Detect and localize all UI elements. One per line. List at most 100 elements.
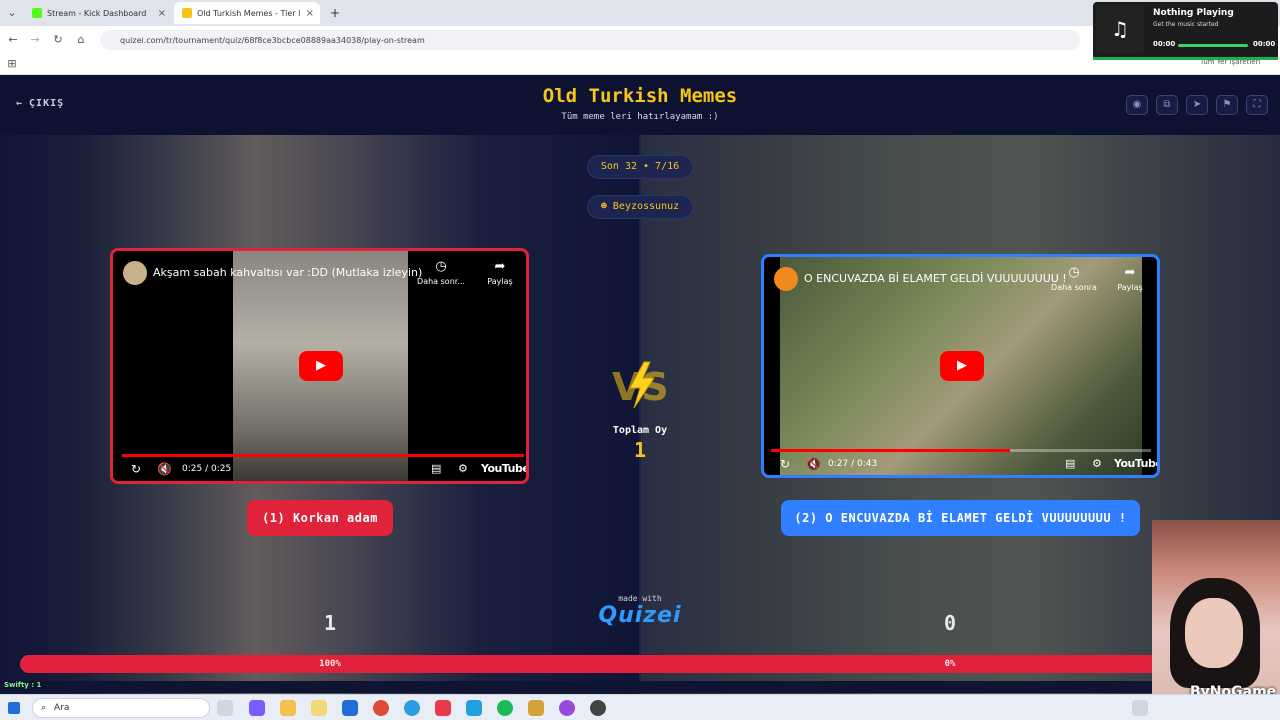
channel-avatar xyxy=(774,267,798,291)
send-icon[interactable]: ➤ xyxy=(1186,95,1208,115)
skype-icon[interactable] xyxy=(466,700,482,716)
left-percentage: 100% xyxy=(319,659,341,669)
flag-icon[interactable]: ⚑ xyxy=(1216,95,1238,115)
total-votes-label: Toplam Oy xyxy=(612,425,668,436)
forward-icon[interactable]: → xyxy=(27,32,43,48)
spotify-icon[interactable] xyxy=(497,700,513,716)
share-button[interactable]: ➦ Paylaş xyxy=(475,259,525,286)
now-playing-time-end: 00:00 xyxy=(1253,40,1276,48)
video-time: 0:25 / 0:25 xyxy=(182,464,232,474)
now-playing-widget: ♫ Nothing Playing Get the music started … xyxy=(1093,2,1278,60)
start-icon[interactable] xyxy=(8,702,20,714)
settings-icon[interactable]: ⚙ xyxy=(1092,457,1102,470)
now-playing-time-start: 00:00 xyxy=(1153,40,1176,48)
bookmarks-bar: ⊞ Tüm Yer İşaretleri xyxy=(0,54,1280,75)
youtube-logo[interactable]: YouTube xyxy=(1114,457,1157,470)
settings-icon[interactable]: ⚙ xyxy=(458,462,468,475)
right-video-player[interactable]: O ENCUVAZDA Bİ ELAMET GELDİ VUUUUUUUU ! … xyxy=(761,254,1160,478)
share-icon: ➦ xyxy=(1124,265,1136,280)
taskbar-search[interactable]: ⌕ Ara xyxy=(32,698,210,718)
file-explorer-icon[interactable] xyxy=(280,700,296,716)
close-tab-icon[interactable]: × xyxy=(158,8,166,19)
tray-icon[interactable] xyxy=(1132,700,1148,716)
obs-icon[interactable] xyxy=(559,700,575,716)
eye-icon[interactable]: ◉ xyxy=(1126,95,1148,115)
quiz-subtitle: Tüm meme leri hatırlayamam :) xyxy=(561,112,719,122)
made-with-label: made with xyxy=(618,594,662,603)
outlook-icon[interactable] xyxy=(342,700,358,716)
watch-later-button[interactable]: ◷ Daha sonra xyxy=(1049,265,1099,292)
choice-left-button[interactable]: (1) Korkan adam xyxy=(247,500,393,536)
now-playing-accent xyxy=(1093,57,1278,60)
kick-favicon-icon xyxy=(32,8,42,18)
left-vote-count: 1 xyxy=(323,611,337,635)
windows-taskbar: ⌕ Ara xyxy=(0,694,1280,720)
browser-tab-bar: ⌄ Stream - Kick Dashboard × Old Turkish … xyxy=(0,0,1280,26)
tab-kick-dashboard[interactable]: Stream - Kick Dashboard × xyxy=(24,2,172,24)
now-playing-bar xyxy=(1178,44,1248,47)
tab-title: Stream - Kick Dashboard xyxy=(47,8,147,18)
avatar-icon: ☻ xyxy=(600,201,607,212)
choice-right-button[interactable]: (2) O ENCUVAZDA Bİ ELAMET GELDİ VUUUUUUU… xyxy=(781,500,1140,536)
store-icon[interactable] xyxy=(311,700,327,716)
chat-message: Swifty : 1 xyxy=(4,681,42,689)
back-icon[interactable]: ← xyxy=(5,32,21,48)
captions-icon[interactable]: ▤ xyxy=(1065,457,1075,470)
fullscreen-icon[interactable]: ⛶ xyxy=(1246,95,1268,115)
mute-icon[interactable]: 🔇 xyxy=(157,462,172,476)
music-note-icon: ♫ xyxy=(1096,5,1144,53)
video-time: 0:27 / 0:43 xyxy=(828,459,878,469)
youtube-logo[interactable]: YouTube xyxy=(481,462,526,475)
new-tab-button[interactable]: + xyxy=(322,2,342,24)
external-icon[interactable]: ⧉ xyxy=(1156,95,1178,115)
reload-icon[interactable]: ↻ xyxy=(50,32,66,48)
chrome-icon[interactable] xyxy=(373,700,389,716)
play-button[interactable]: ▶ xyxy=(940,351,984,381)
share-icon: ➦ xyxy=(494,259,506,274)
progress-fill xyxy=(122,454,524,457)
video-title: Akşam sabah kahvaltısı var :DD (Mutlaka … xyxy=(153,266,423,279)
vote-percentage-bar: 100% 0% xyxy=(20,655,1260,673)
progress-fill xyxy=(771,449,1010,452)
tab-list-icon[interactable]: ⌄ xyxy=(4,5,20,21)
replay-icon[interactable]: ↻ xyxy=(131,462,141,476)
quizei-favicon-icon xyxy=(182,8,192,18)
edge-icon[interactable] xyxy=(404,700,420,716)
search-icon: ⌕ xyxy=(41,703,47,713)
right-percentage: 0% xyxy=(944,659,956,669)
chat-strip xyxy=(0,681,1152,693)
tab-title: Old Turkish Memes - Tier l xyxy=(197,8,301,18)
quiz-header: ← ÇIKIŞ Old Turkish Memes Tüm meme leri … xyxy=(0,75,1280,135)
play-button[interactable]: ▶ xyxy=(299,351,343,381)
app-icon[interactable] xyxy=(528,700,544,716)
mute-icon[interactable]: 🔇 xyxy=(806,457,821,471)
channel-avatar xyxy=(123,261,147,285)
copilot-icon[interactable] xyxy=(249,700,265,716)
apps-grid-icon[interactable]: ⊞ xyxy=(4,56,20,72)
quizei-logo[interactable]: Quizei xyxy=(590,603,690,628)
left-video-player[interactable]: Akşam sabah kahvaltısı var :DD (Mutlaka … xyxy=(110,248,529,484)
watch-later-button[interactable]: ◷ Daha sonr... xyxy=(416,259,466,286)
total-votes-value: 1 xyxy=(633,438,647,462)
share-button[interactable]: ➦ Paylaş xyxy=(1105,265,1155,292)
captions-icon[interactable]: ▤ xyxy=(431,462,441,475)
clock-icon: ◷ xyxy=(435,259,447,274)
task-view-icon[interactable] xyxy=(217,700,233,716)
url-field[interactable]: quizei.com/tr/tournament/quiz/68f8ce3bcb… xyxy=(100,30,1080,50)
clock-icon: ◷ xyxy=(1068,265,1080,280)
webcam-face xyxy=(1185,598,1243,668)
round-badge: Son 32 • 7/16 xyxy=(587,155,693,179)
quiz-title: Old Turkish Memes xyxy=(542,85,738,107)
address-bar-row: ← → ↻ ⌂ quizei.com/tr/tournament/quiz/68… xyxy=(0,26,1280,54)
tab-old-turkish-memes[interactable]: Old Turkish Memes - Tier l × xyxy=(174,2,320,24)
right-vote-count: 0 xyxy=(943,611,957,635)
replay-icon[interactable]: ↻ xyxy=(780,457,790,471)
video-title: O ENCUVAZDA Bİ ELAMET GELDİ VUUUUUUUU ! xyxy=(804,272,1067,285)
close-tab-icon[interactable]: × xyxy=(306,8,314,19)
app-icon[interactable] xyxy=(590,700,606,716)
home-icon[interactable]: ⌂ xyxy=(73,32,89,48)
now-playing-title: Nothing Playing xyxy=(1153,8,1234,18)
app-icon[interactable] xyxy=(435,700,451,716)
now-playing-subtitle: Get the music started xyxy=(1153,21,1219,28)
vs-lightning-icon: VS xyxy=(612,361,669,409)
